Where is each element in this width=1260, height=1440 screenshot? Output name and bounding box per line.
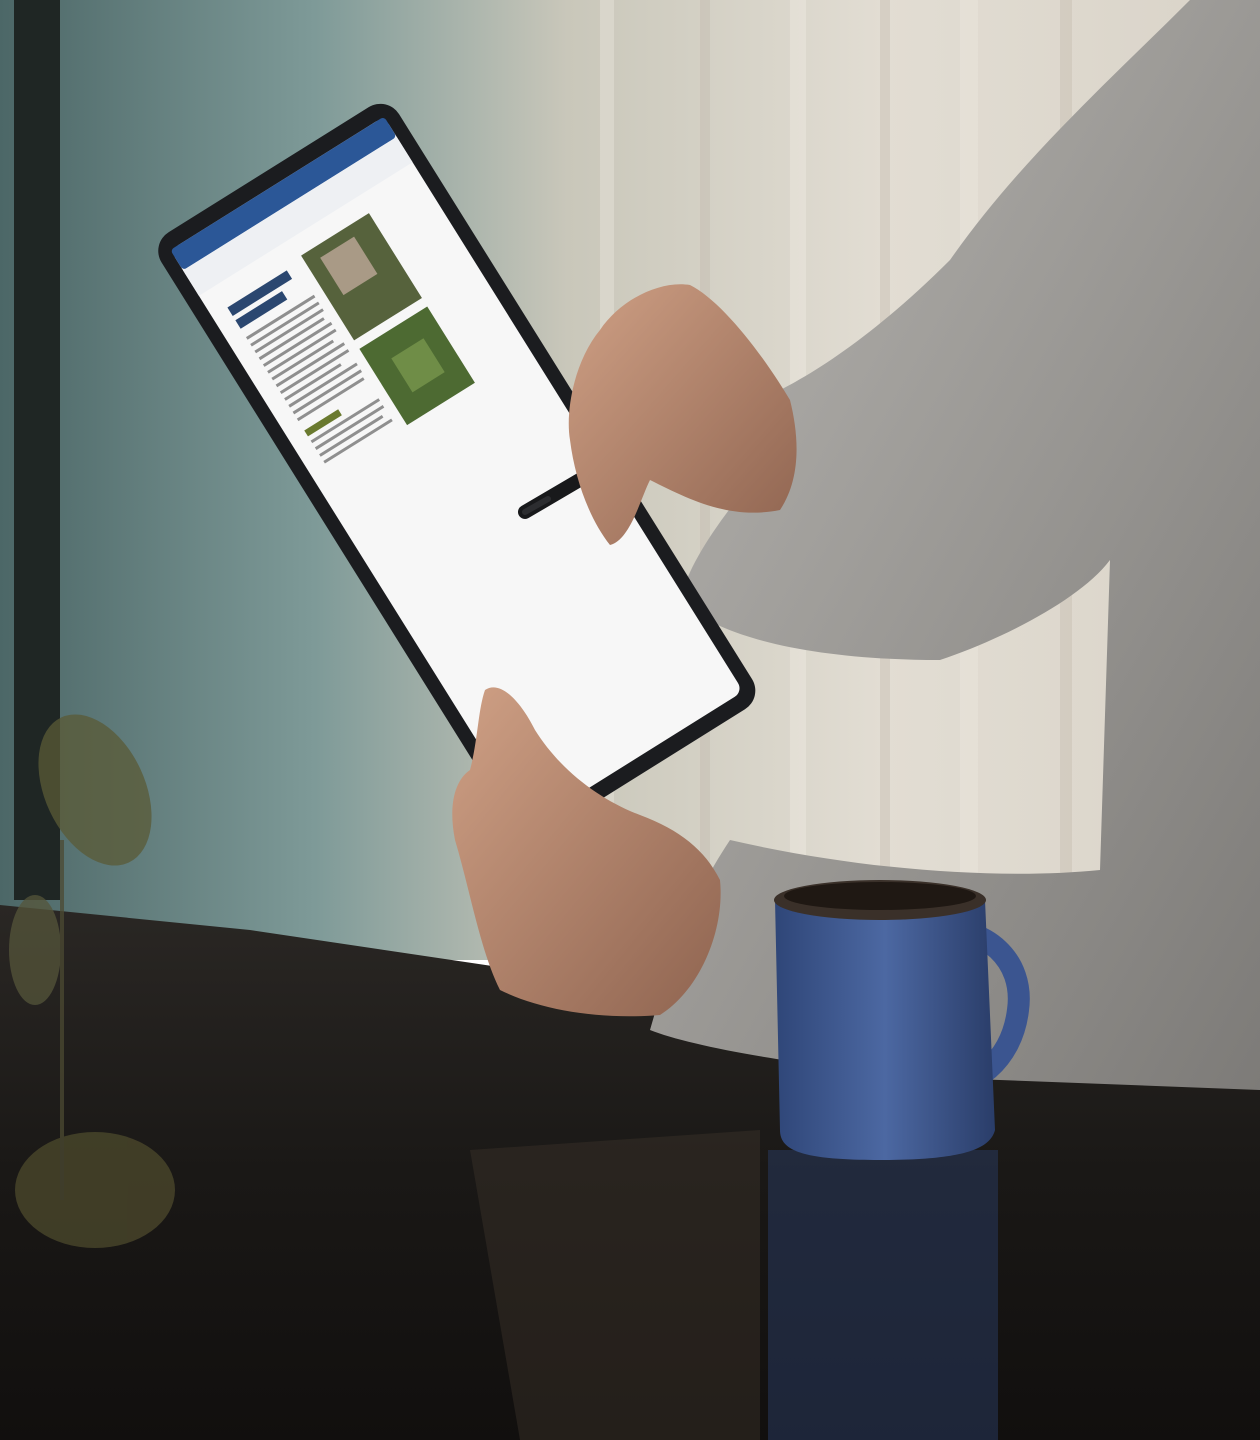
mug-reflection xyxy=(768,1150,998,1440)
table-reflection xyxy=(470,1130,760,1440)
mug-icon xyxy=(774,880,1030,1160)
scene-illustration xyxy=(0,0,1260,1440)
photo-scene xyxy=(0,0,1260,1440)
